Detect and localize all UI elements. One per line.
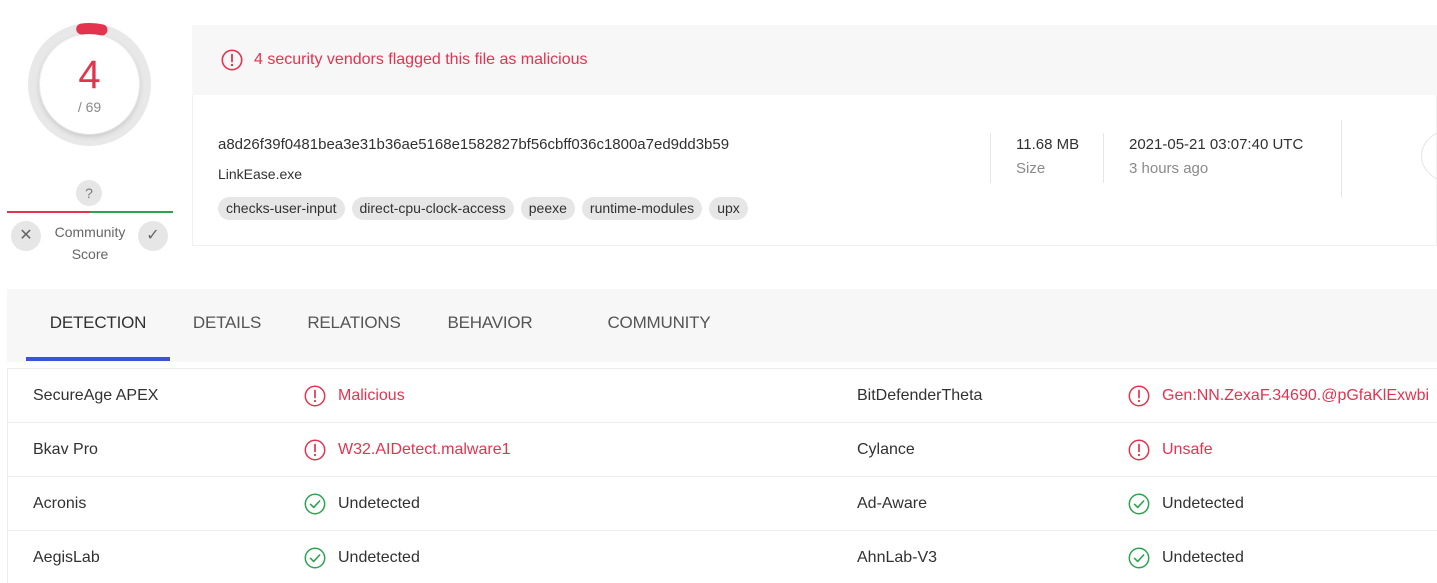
vendor-name: Acronis (33, 495, 87, 512)
detection-row: Bkav Pro W32.AIDetect.malware1 Cylance Unsa… (8, 423, 1437, 477)
exclamation-circle-icon (1128, 439, 1150, 461)
detection-row: AegisLab Undetected AhnLab-V3 Undetected (8, 531, 1437, 583)
detection-result: Unsafe (1128, 423, 1213, 477)
detection-result: Malicious (304, 369, 405, 423)
detection-result-text: Unsafe (1162, 441, 1213, 458)
file-tag[interactable]: direct-cpu-clock-access (351, 197, 514, 220)
file-size-label: Size (1016, 160, 1046, 177)
file-hash[interactable]: a8d26f39f0481bea3e31b36ae5168e1582827bf5… (218, 136, 729, 153)
file-name: LinkEase.exe (218, 166, 303, 182)
detection-result-text: Undetected (1162, 549, 1244, 566)
detection-result: Undetected (304, 477, 420, 531)
detection-result-text: Gen:NN.ZexaF.34690.@pGfaKlExwbi (1162, 387, 1430, 404)
detection-result: Undetected (1128, 477, 1244, 531)
community-score-bar (7, 211, 173, 213)
report-tabs: DETECTION DETAILS RELATIONS BEHAVIOR COM… (7, 289, 1437, 362)
tab-detection[interactable]: DETECTION (26, 289, 170, 362)
divider (1103, 133, 1104, 183)
community-score: ? ✕ Community Score ✓ (7, 180, 173, 262)
detection-count: 4 (78, 53, 101, 97)
file-tags: checks-user-input direct-cpu-clock-access… (218, 197, 748, 220)
file-type-icon (1421, 128, 1437, 184)
tab-details[interactable]: DETAILS (183, 289, 271, 362)
tab-community[interactable]: COMMUNITY (597, 289, 721, 362)
checkmark-icon: ✓ (146, 227, 160, 244)
check-circle-icon (1128, 493, 1150, 515)
file-tag[interactable]: runtime-modules (581, 197, 703, 220)
check-circle-icon (1128, 547, 1150, 569)
check-circle-icon (304, 493, 326, 515)
detection-result-text: Undetected (338, 549, 420, 566)
community-score-value: ? (76, 180, 102, 206)
divider (990, 133, 991, 183)
detection-result-text: Undetected (1162, 495, 1244, 512)
detections-table: SecureAge APEX Malicious BitDefenderTheta G… (7, 368, 1437, 583)
analysis-date: 2021-05-21 03:07:40 UTC (1129, 136, 1304, 153)
tab-behavior[interactable]: BEHAVIOR (439, 289, 541, 362)
detection-result: Undetected (1128, 531, 1244, 583)
vendor-name: AegisLab (33, 549, 100, 566)
exclamation-circle-icon (221, 49, 243, 71)
detection-result: W32.AIDetect.malware1 (304, 423, 511, 477)
close-icon: ✕ (19, 227, 33, 244)
file-info-card: a8d26f39f0481bea3e31b36ae5168e1582827bf5… (192, 95, 1437, 246)
detection-result-text: Undetected (338, 495, 420, 512)
check-circle-icon (304, 547, 326, 569)
malicious-alert-banner: 4 security vendors flagged this file as … (192, 25, 1437, 95)
file-tag[interactable]: checks-user-input (218, 197, 345, 220)
vendor-name: Bkav Pro (33, 441, 98, 458)
community-score-label: Community Score (54, 224, 126, 262)
detection-result: Undetected (304, 531, 420, 583)
divider (1341, 120, 1342, 197)
exclamation-circle-icon (304, 439, 326, 461)
tab-relations[interactable]: RELATIONS (301, 289, 407, 362)
vote-harmful-button[interactable]: ✕ (11, 221, 41, 251)
active-tab-indicator (26, 357, 170, 361)
detection-result-text: Malicious (338, 387, 405, 404)
vendor-name: Cylance (857, 441, 915, 458)
detection-row: SecureAge APEX Malicious BitDefenderTheta G… (8, 369, 1437, 423)
file-tag[interactable]: upx (709, 197, 748, 220)
exclamation-circle-icon (304, 385, 326, 407)
exclamation-circle-icon (1128, 385, 1150, 407)
vendor-name: AhnLab-V3 (857, 549, 938, 566)
detection-score-gauge: 4 / 69 (27, 22, 152, 147)
file-tag[interactable]: peexe (520, 197, 575, 220)
vendor-name: BitDefenderTheta (857, 387, 983, 404)
score-center: 4 / 69 (40, 35, 139, 134)
vendor-name: SecureAge APEX (33, 387, 159, 404)
analysis-relative-time: 3 hours ago (1129, 160, 1209, 177)
detection-row: Acronis Undetected Ad-Aware Undetected (8, 477, 1437, 531)
vendor-name: Ad-Aware (857, 495, 927, 512)
vote-harmless-button[interactable]: ✓ (138, 221, 168, 251)
detection-result: Gen:NN.ZexaF.34690.@pGfaKlExwbi (1128, 369, 1429, 423)
engine-total: / 69 (77, 99, 102, 115)
file-size-value: 11.68 MB (1016, 136, 1080, 153)
alert-message: 4 security vendors flagged this file as … (254, 51, 588, 68)
detection-result-text: W32.AIDetect.malware1 (338, 441, 511, 458)
